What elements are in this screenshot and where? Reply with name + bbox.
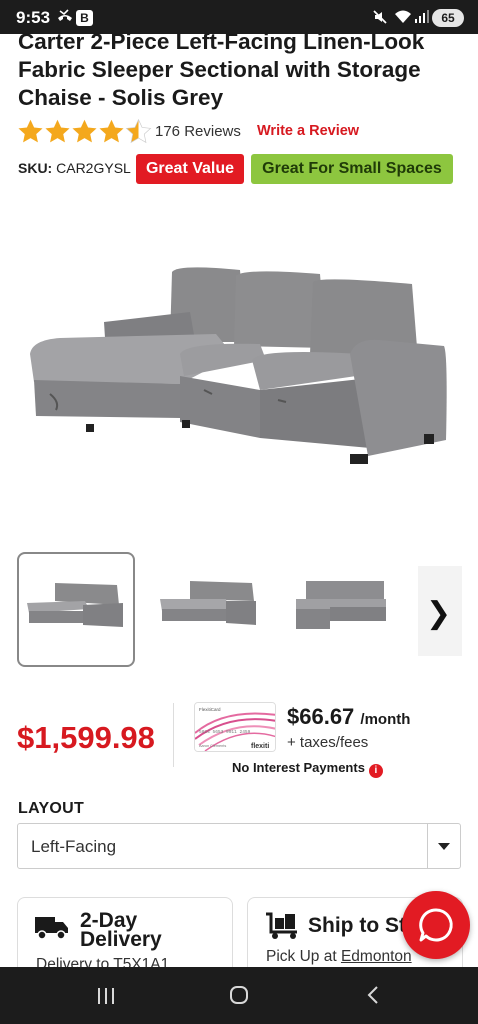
home-icon[interactable] — [229, 984, 249, 1012]
layout-select[interactable]: Left-Facing — [17, 823, 461, 869]
sku-value: CAR2GYSL — [56, 160, 131, 176]
signal-icon — [414, 9, 429, 27]
cart-boxes-icon — [266, 912, 297, 939]
card-holder-text: Aaron Clements — [199, 744, 226, 748]
caret-down-icon — [438, 843, 450, 850]
taxes-note: + taxes/fees — [287, 734, 369, 751]
store-location-link[interactable]: Edmonton — [341, 948, 412, 965]
battery-indicator: 65 — [432, 9, 464, 27]
thumbnail-2[interactable] — [150, 552, 268, 667]
truck-icon — [35, 917, 68, 940]
thumbnail-3[interactable] — [284, 552, 402, 667]
product-title: Carter 2-Piece Left-Facing Linen-Look Fa… — [18, 29, 425, 110]
sku-line: SKU: CAR2GYSL — [18, 160, 131, 176]
no-interest-payments[interactable]: No Interest Payments i — [232, 760, 383, 778]
chat-button[interactable] — [402, 891, 470, 959]
star-rating[interactable] — [17, 116, 152, 146]
price-divider — [173, 703, 174, 767]
chat-bubble-icon — [419, 908, 453, 942]
card-logo-text: flexiti — [251, 743, 269, 750]
ship-subtext: Pick Up at Edmonton — [266, 948, 412, 966]
star-icon — [18, 119, 43, 142]
thumbnail-1[interactable] — [17, 552, 135, 667]
info-icon[interactable]: i — [368, 764, 383, 778]
product-main-image[interactable] — [20, 250, 460, 480]
monthly-payment: $66.67 /month — [287, 704, 410, 730]
no-interest-label: No Interest Payments — [232, 760, 365, 775]
star-icon — [99, 119, 124, 142]
gallery-next-button[interactable]: ❯ — [418, 566, 462, 656]
sku-label: SKU: — [18, 160, 53, 176]
reviews-count-link[interactable]: 176 Reviews — [155, 123, 241, 140]
layout-label: LAYOUT — [18, 800, 85, 817]
star-icon — [45, 119, 70, 142]
delivery-title: 2-Day Delivery — [80, 910, 162, 951]
status-time: 9:53 — [16, 8, 51, 27]
back-icon[interactable] — [366, 984, 380, 1012]
chevron-right-icon: ❯ — [426, 597, 452, 630]
layout-selected-value: Left-Facing — [31, 837, 117, 856]
select-divider — [427, 824, 428, 868]
app-notification-icon: B — [76, 10, 93, 26]
missed-call-icon — [57, 9, 73, 26]
monthly-amount: $66.67 — [287, 704, 355, 729]
half-star-icon — [125, 118, 152, 143]
great-value-badge: Great Value — [136, 154, 244, 184]
card-brand-text: FlexitiCard — [199, 707, 221, 712]
mute-icon — [372, 9, 388, 28]
system-navigation-bar — [0, 967, 478, 1024]
star-icon — [72, 119, 97, 142]
card-number-text: 5024 5653 9011 2459 — [199, 729, 251, 735]
small-spaces-badge: Great For Small Spaces — [251, 154, 453, 184]
wifi-icon — [394, 9, 412, 27]
monthly-unit: /month — [360, 711, 411, 728]
flexiti-card-image: FlexitiCard 5024 5653 9011 2459 Aaron Cl… — [194, 702, 276, 752]
delivery-title-line2: Delivery — [80, 928, 162, 951]
recent-apps-icon[interactable] — [96, 984, 116, 1012]
product-price: $1,599.98 — [17, 720, 155, 755]
ship-sub-prefix: Pick Up at — [266, 948, 337, 965]
write-review-link[interactable]: Write a Review — [257, 123, 359, 139]
